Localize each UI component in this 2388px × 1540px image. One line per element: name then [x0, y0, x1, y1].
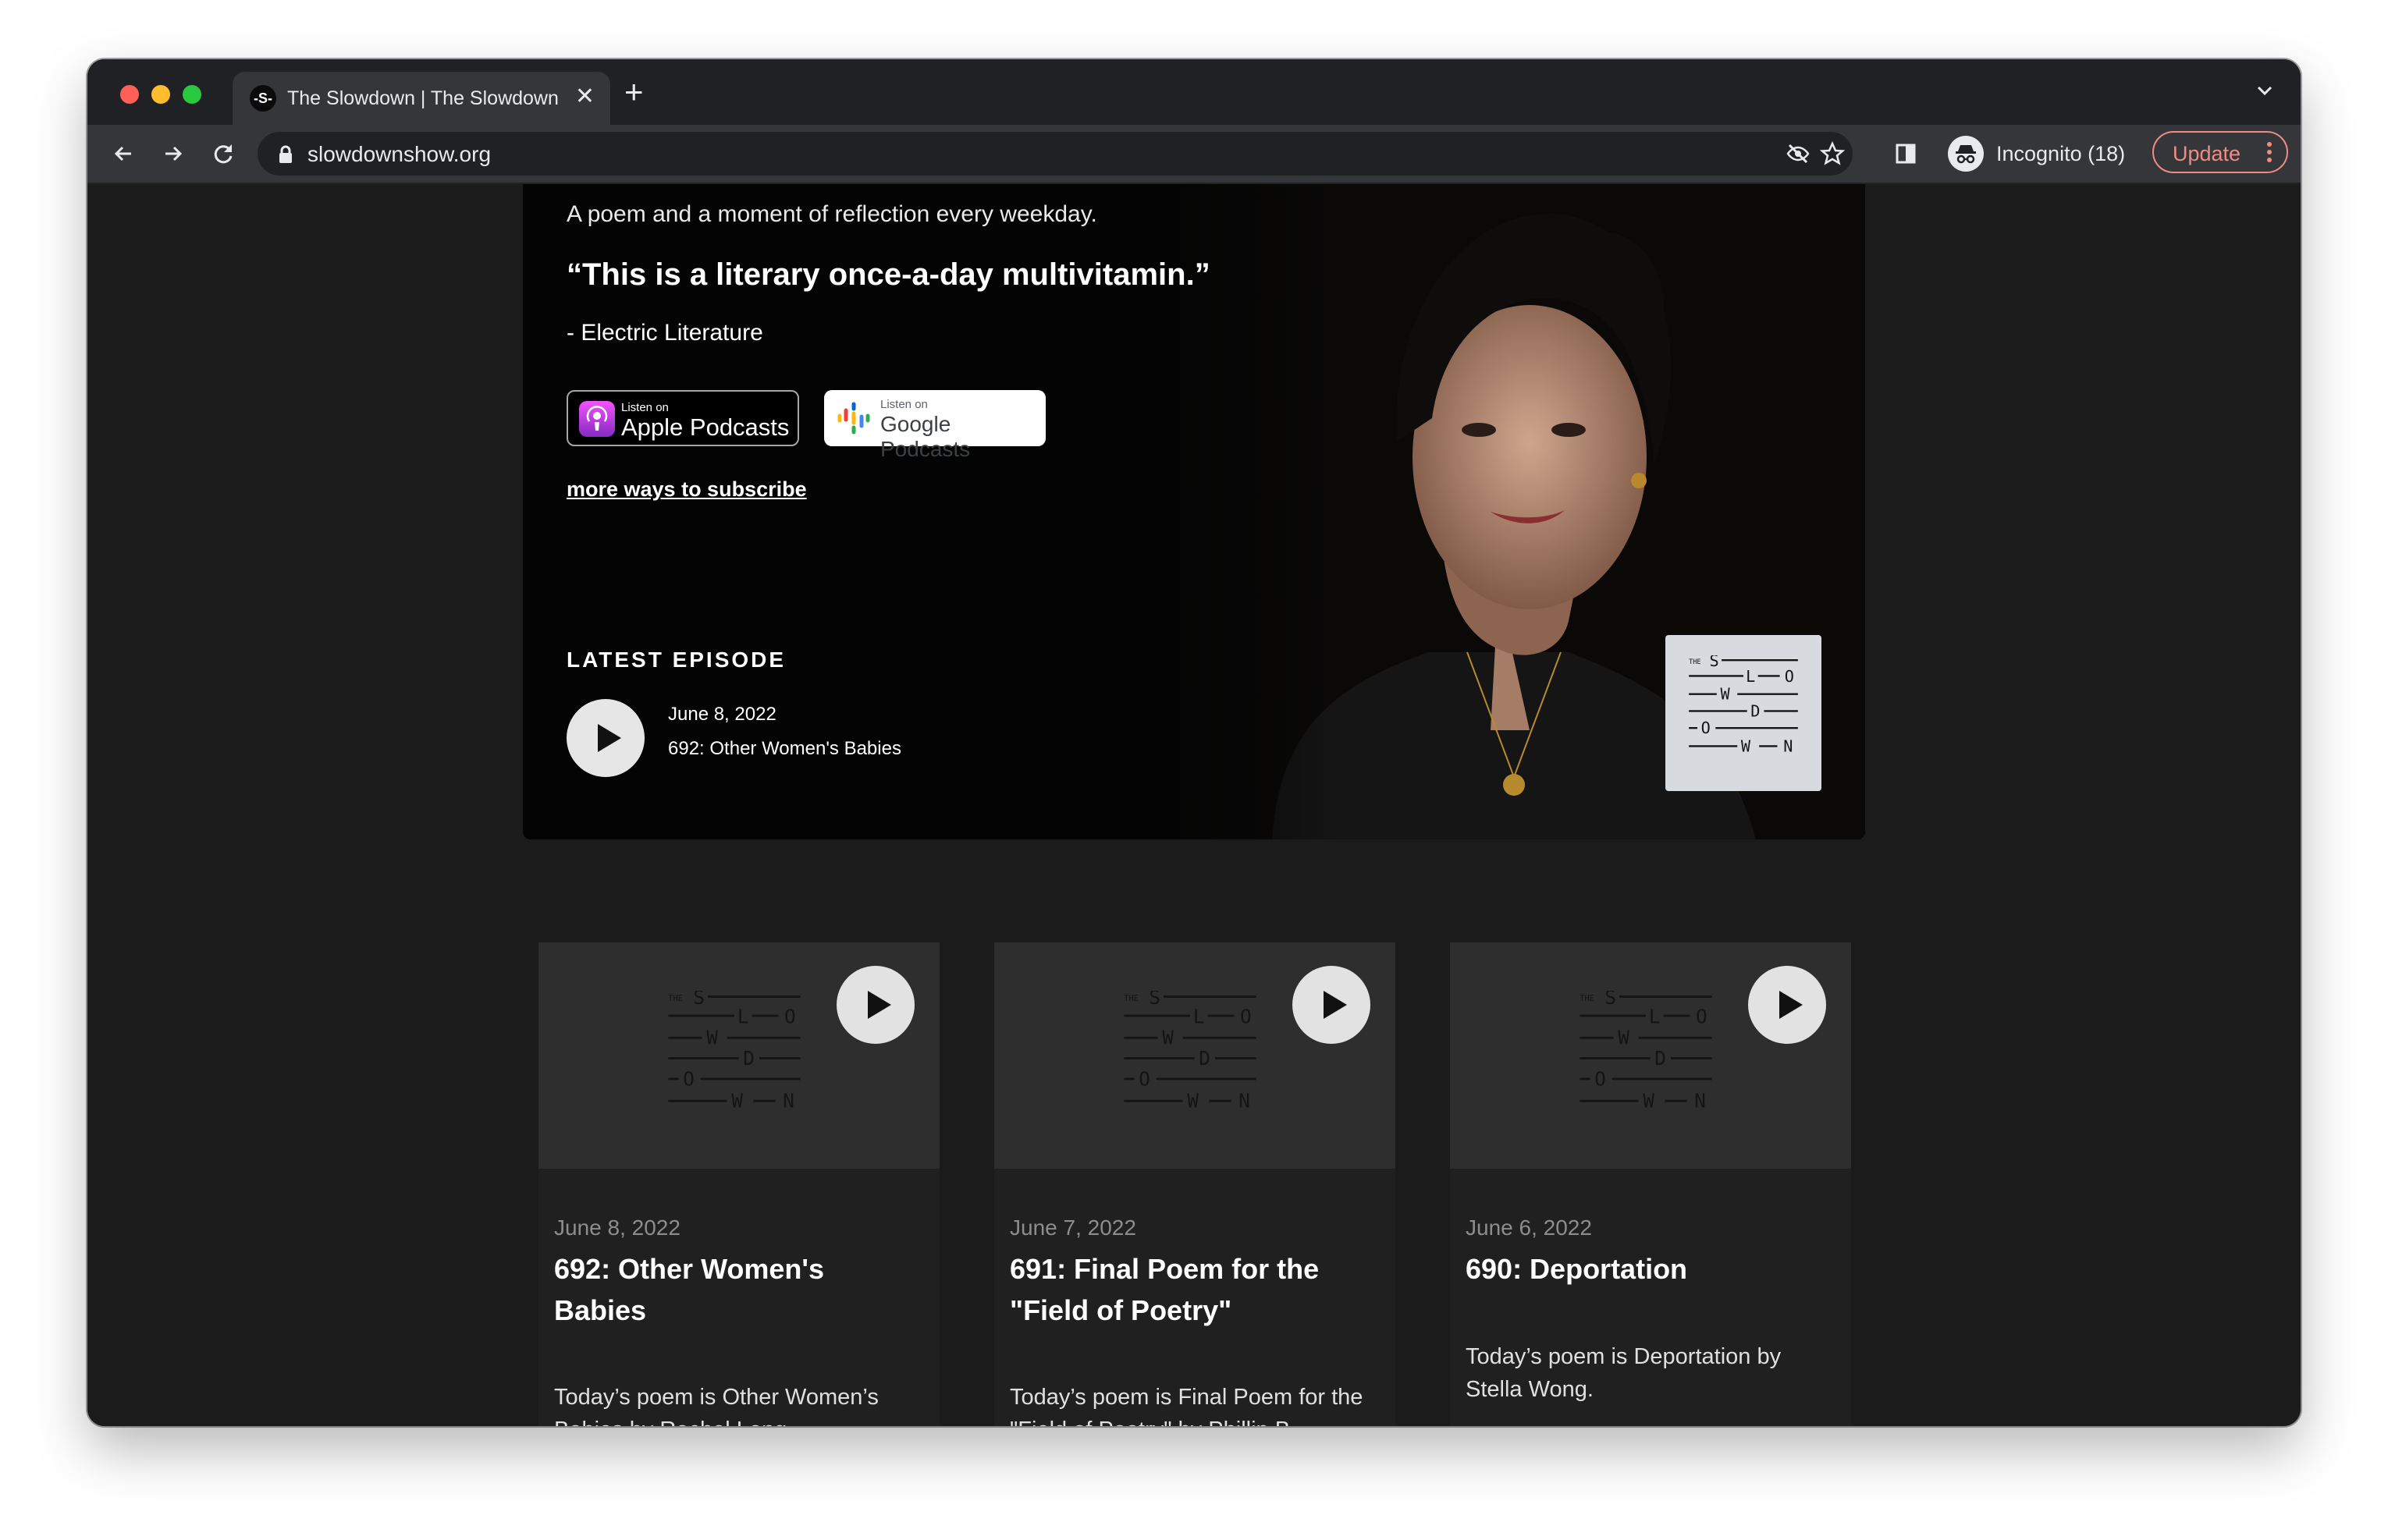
hero-quote: “This is a literary once-a-day multivita…: [567, 257, 1210, 292]
episode-play-button[interactable]: [837, 966, 915, 1044]
incognito-icon: [1948, 136, 1984, 172]
episode-card[interactable]: June 7, 2022 691: Final Poem for the "Fi…: [994, 942, 1395, 1426]
episode-thumbnail: [1450, 942, 1851, 1169]
episode-thumbnail: [538, 942, 940, 1169]
tab-close-icon[interactable]: ✕: [575, 83, 595, 111]
hero-section: A poem and a moment of reflection every …: [523, 184, 1865, 839]
episode-title[interactable]: 690: Deportation: [1466, 1248, 1809, 1290]
page-viewport: A poem and a moment of reflection every …: [87, 184, 2301, 1426]
url-text: slowdownshow.org: [307, 142, 492, 166]
podcast-cover-art-image: [1665, 635, 1821, 791]
site-favicon-icon: -S-: [250, 85, 276, 112]
episode-thumbnail: [994, 942, 1395, 1169]
episode-date: June 6, 2022: [1466, 1215, 1592, 1240]
google-podcasts-icon: [837, 402, 870, 435]
latest-episode-heading: LATEST EPISODE: [567, 648, 787, 672]
episode-date: June 8, 2022: [554, 1215, 681, 1240]
episode-date: June 7, 2022: [1010, 1215, 1136, 1240]
active-tab[interactable]: -S- The Slowdown | The Slowdown ✕: [233, 72, 610, 125]
update-button[interactable]: Update: [2152, 131, 2288, 173]
forward-arrow-icon[interactable]: [156, 137, 190, 171]
browser-toolbar: slowdownshow.org Incognito (18) Update: [87, 125, 2301, 184]
apple-badge-big-text: Apple Podcasts: [621, 413, 790, 441]
tab-strip: -S- The Slowdown | The Slowdown ✕ +: [87, 59, 2301, 125]
more-menu-icon: [2267, 142, 2272, 162]
google-podcasts-badge[interactable]: Listen on Google Podcasts: [824, 390, 1046, 461]
apple-podcasts-icon: [579, 401, 615, 437]
play-icon: [1779, 991, 1803, 1019]
incognito-label: Incognito (18): [1996, 141, 2126, 165]
bookmark-star-icon[interactable]: [1818, 140, 1846, 168]
minimize-window-button[interactable]: [151, 85, 170, 104]
latest-episode-play-button[interactable]: [567, 699, 645, 777]
play-icon: [598, 724, 621, 752]
reload-icon[interactable]: [206, 137, 240, 171]
google-badge-small-text: Listen on: [880, 398, 928, 411]
play-icon: [1324, 991, 1347, 1019]
episode-play-button[interactable]: [1292, 966, 1370, 1044]
slowdown-logo-image: [1689, 655, 1798, 758]
tab-search-chevron-icon[interactable]: [2249, 75, 2280, 106]
tab-title: The Slowdown | The Slowdown: [287, 87, 559, 109]
hero-quote-source: - Electric Literature: [567, 320, 763, 346]
episode-description: Today’s poem is Other Women’s Babies by …: [554, 1385, 879, 1426]
side-panel-icon[interactable]: [1889, 137, 1923, 171]
new-tab-button[interactable]: +: [624, 73, 644, 111]
close-window-button[interactable]: [120, 85, 139, 104]
slowdown-logo-image: [1124, 991, 1256, 1116]
episode-description: Today’s poem is Final Poem for the "Fiel…: [1010, 1385, 1363, 1426]
google-badge-big-text: Google Podcasts: [880, 412, 971, 461]
update-label: Update: [2173, 142, 2241, 165]
episode-card[interactable]: June 6, 2022 690: Deportation Today’s po…: [1450, 942, 1851, 1426]
zoom-window-button[interactable]: [183, 85, 201, 104]
latest-episode-date: June 8, 2022: [668, 704, 776, 725]
incognito-profile-button[interactable]: Incognito (18): [1948, 133, 2125, 174]
tracking-protection-eye-slash-icon[interactable]: [1784, 140, 1812, 168]
episode-title[interactable]: 692: Other Women's Babies: [554, 1248, 897, 1331]
slowdown-logo-image: [668, 991, 801, 1116]
play-icon: [868, 991, 891, 1019]
browser-window: -S- The Slowdown | The Slowdown ✕ + slow…: [87, 59, 2301, 1426]
apple-badge-small-text: Listen on: [621, 401, 669, 414]
episode-title[interactable]: 691: Final Poem for the "Field of Poetry…: [1010, 1248, 1353, 1331]
slowdown-logo-image: [1580, 991, 1712, 1116]
episode-description: Today’s poem is Deportation by Stella Wo…: [1466, 1344, 1782, 1402]
lock-icon: [279, 145, 292, 163]
episode-play-button[interactable]: [1748, 966, 1826, 1044]
latest-episode-title[interactable]: 692: Other Women's Babies: [668, 738, 901, 760]
address-bar[interactable]: slowdownshow.org: [258, 132, 1853, 176]
more-ways-to-subscribe-link[interactable]: more ways to subscribe: [567, 477, 807, 502]
episode-card[interactable]: June 8, 2022 692: Other Women's Babies T…: [538, 942, 940, 1426]
hero-tagline: A poem and a moment of reflection every …: [567, 201, 1097, 227]
back-arrow-icon[interactable]: [106, 137, 140, 171]
apple-podcasts-badge[interactable]: Listen on Apple Podcasts: [567, 390, 799, 446]
